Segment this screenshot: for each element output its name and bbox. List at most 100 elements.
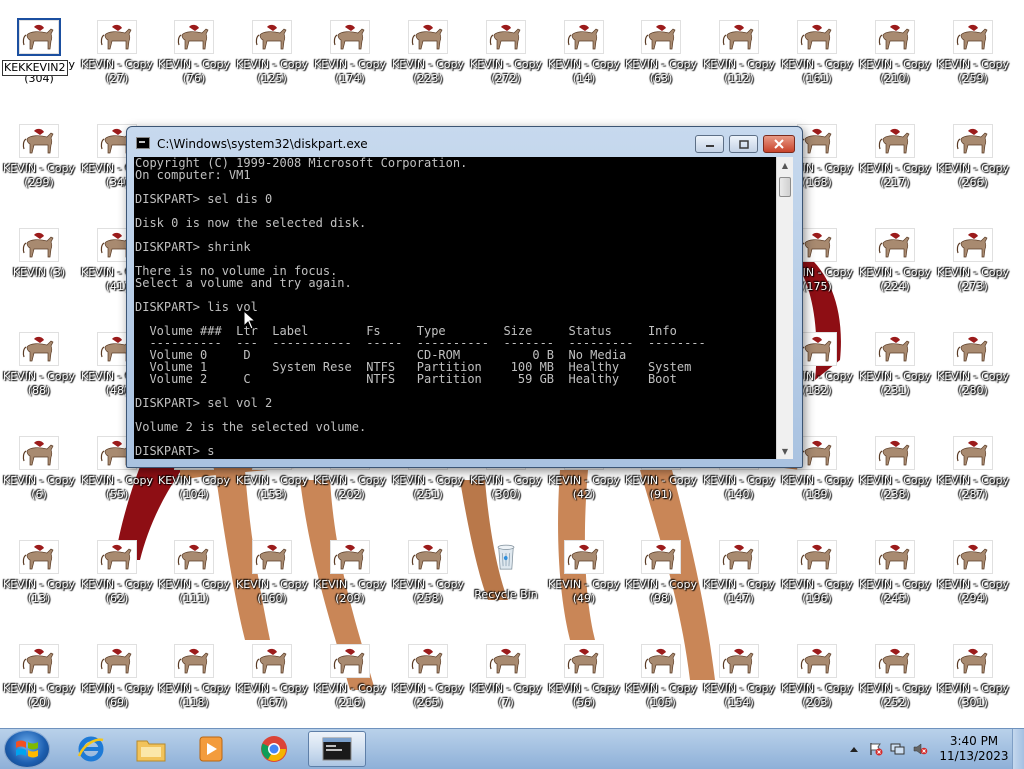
- desktop-icon[interactable]: KEVIN - Copy (167): [233, 642, 311, 742]
- start-button[interactable]: [4, 730, 50, 768]
- horse-image-icon: [97, 540, 137, 574]
- desktop-icon-number: (20): [27, 696, 51, 709]
- desktop-icon[interactable]: KEVIN - Copy (217): [856, 122, 934, 222]
- vertical-scrollbar[interactable]: ▲ ▼: [776, 157, 793, 459]
- chrome-button[interactable]: [245, 731, 303, 767]
- desktop-icon-number: (238): [880, 488, 910, 501]
- desktop-icon-number: (91): [649, 488, 673, 501]
- desktop-icon[interactable]: KEVIN - Copy (272): [467, 18, 545, 118]
- desktop-icon[interactable]: KEVIN - Copy (252): [856, 642, 934, 742]
- cmd-taskbar-button[interactable]: [308, 731, 366, 767]
- close-button[interactable]: [763, 135, 795, 153]
- rename-overlay[interactable]: KEKKEVIN2: [2, 60, 68, 76]
- desktop-icon[interactable]: KEVIN - Copy (111): [155, 538, 233, 638]
- window-titlebar[interactable]: C:\Windows\system32\diskpart.exe: [127, 127, 802, 157]
- minimize-button[interactable]: [695, 135, 724, 153]
- desktop-icon[interactable]: KEVIN - Copy (174): [311, 18, 389, 118]
- desktop-icon[interactable]: KEVIN - Copy (223): [389, 18, 467, 118]
- desktop-icon-number: (140): [724, 488, 754, 501]
- desktop-icon-label: KEVIN - Copy: [80, 682, 154, 695]
- maximize-icon: [738, 139, 749, 149]
- desktop-icon-label: KEVIN - Copy: [858, 682, 932, 695]
- desktop-icon[interactable]: KEVIN - Copy (27): [78, 18, 156, 118]
- desktop-icon[interactable]: KEVIN - Copy (20): [0, 642, 78, 742]
- desktop-icon[interactable]: KEVIN - Copy (196): [778, 538, 856, 638]
- horse-image-icon: [797, 540, 837, 574]
- horse-image-icon: [875, 20, 915, 54]
- desktop-icon[interactable]: KEVIN - Copy (62): [78, 538, 156, 638]
- desktop-icon[interactable]: KEVIN - Copy (299): [0, 122, 78, 222]
- desktop-icon[interactable]: KEVIN - Copy (125): [233, 18, 311, 118]
- desktop-icon[interactable]: KEVIN - Copy (98): [622, 538, 700, 638]
- desktop-icon[interactable]: KEVIN - Copy (209): [311, 538, 389, 638]
- show-hidden-icons-icon[interactable]: [846, 742, 862, 756]
- action-center-flag-icon[interactable]: [868, 742, 884, 756]
- desktop-icon[interactable]: KEVIN - Copy (287): [934, 434, 1012, 534]
- horse-image-icon: [174, 644, 214, 678]
- desktop-icon-label: KEVIN - Copy: [624, 578, 698, 591]
- desktop-icon[interactable]: KEVIN - Copy (49): [545, 538, 623, 638]
- desktop-icon-label: KEVIN - Copy: [936, 58, 1010, 71]
- desktop-icon[interactable]: KEVIN - Copy (273): [934, 226, 1012, 326]
- desktop-icon[interactable]: KEVIN - Copy (69): [78, 642, 156, 742]
- desktop-icon[interactable]: KEVIN - Copy (259): [934, 18, 1012, 118]
- volume-muted-icon[interactable]: [912, 742, 928, 756]
- desktop-icon[interactable]: KEVIN - Copy (7): [467, 642, 545, 742]
- horse-image-icon: [19, 124, 59, 158]
- desktop-icon[interactable]: KEVIN - Copy (154): [700, 642, 778, 742]
- desktop-icon[interactable]: KEVIN - Copy (105): [622, 642, 700, 742]
- desktop-icon[interactable]: KEVIN - Copy (280): [934, 330, 1012, 430]
- desktop-icon-number: (7): [498, 696, 514, 709]
- desktop-icon[interactable]: KEVIN - Copy (216): [311, 642, 389, 742]
- scroll-thumb[interactable]: [779, 177, 791, 197]
- horse-image-icon: [19, 332, 59, 366]
- desktop-icon[interactable]: KEVIN - Copy (265): [389, 642, 467, 742]
- desktop-icon[interactable]: KEVIN - Copy (6): [0, 434, 78, 534]
- media-player-button[interactable]: [182, 731, 240, 767]
- desktop-icon[interactable]: KEVIN - Copy (294): [934, 538, 1012, 638]
- horse-image-icon: [797, 228, 837, 262]
- system-clock[interactable]: 3:40 PM 11/13/2023: [934, 734, 1014, 764]
- maximize-button[interactable]: [729, 135, 758, 153]
- desktop-icon-label: KEVIN - Copy: [2, 682, 76, 695]
- desktop-icon[interactable]: KEVIN - Copy (231): [856, 330, 934, 430]
- desktop-icon[interactable]: KEVIN - Copy (245): [856, 538, 934, 638]
- desktop-icon[interactable]: KEVIN - Copy (118): [155, 642, 233, 742]
- desktop-icon[interactable]: KEVIN - Copy (13): [0, 538, 78, 638]
- desktop-icon[interactable]: KEVIN - Copy (63): [622, 18, 700, 118]
- desktop-icon[interactable]: KEVIN - Copy (301): [934, 642, 1012, 742]
- desktop-icon[interactable]: KEVIN - Copy (76): [155, 18, 233, 118]
- desktop-icon[interactable]: KEVIN - Copy (56): [545, 642, 623, 742]
- internet-explorer-button[interactable]: [62, 731, 120, 767]
- horse-image-icon: [875, 124, 915, 158]
- horse-image-icon: [564, 540, 604, 574]
- show-desktop-button[interactable]: [1012, 729, 1024, 769]
- desktop-icon[interactable]: KEVIN - Copy (238): [856, 434, 934, 534]
- console-area[interactable]: Copyright (C) 1999-2008 Microsoft Corpor…: [134, 157, 793, 459]
- horse-image-icon: [797, 436, 837, 470]
- scroll-up-icon[interactable]: ▲: [777, 157, 793, 173]
- desktop-icon-number: (14): [572, 72, 596, 85]
- desktop-icon[interactable]: KEVIN - Copy (224): [856, 226, 934, 326]
- network-icon[interactable]: [890, 742, 906, 756]
- horse-image-icon: [330, 644, 370, 678]
- diskpart-window[interactable]: C:\Windows\system32\diskpart.exe Copyrig…: [126, 126, 803, 468]
- desktop-icon[interactable]: KEVIN - Copy (210): [856, 18, 934, 118]
- desktop-icon[interactable]: KEVIN - Copy (266): [934, 122, 1012, 222]
- desktop-icon[interactable]: KEVIN (3): [0, 226, 78, 326]
- desktop-icon[interactable]: KEVIN - Copy (258): [389, 538, 467, 638]
- scroll-down-icon[interactable]: ▼: [777, 443, 793, 459]
- desktop-icon-number: (252): [880, 696, 910, 709]
- desktop-icon[interactable]: KEVIN - Copy (160): [233, 538, 311, 638]
- desktop-icon[interactable]: KEVIN - Copy (88): [0, 330, 78, 430]
- windows-explorer-button[interactable]: [122, 731, 180, 767]
- desktop-icon[interactable]: KEVIN - Copy (161): [778, 18, 856, 118]
- desktop-icon[interactable]: KEVIN - Copy (112): [700, 18, 778, 118]
- recycle-bin-icon[interactable]: Recycle Bin: [467, 538, 545, 638]
- desktop-icon[interactable]: KEVIN - Copy (14): [545, 18, 623, 118]
- desktop-icon-number: (224): [880, 280, 910, 293]
- media-player-icon: [199, 736, 223, 762]
- desktop-icon[interactable]: KEVIN - Copy (203): [778, 642, 856, 742]
- desktop-icon[interactable]: KEVIN - Copy (147): [700, 538, 778, 638]
- system-tray: 3:40 PM 11/13/2023: [840, 729, 1024, 769]
